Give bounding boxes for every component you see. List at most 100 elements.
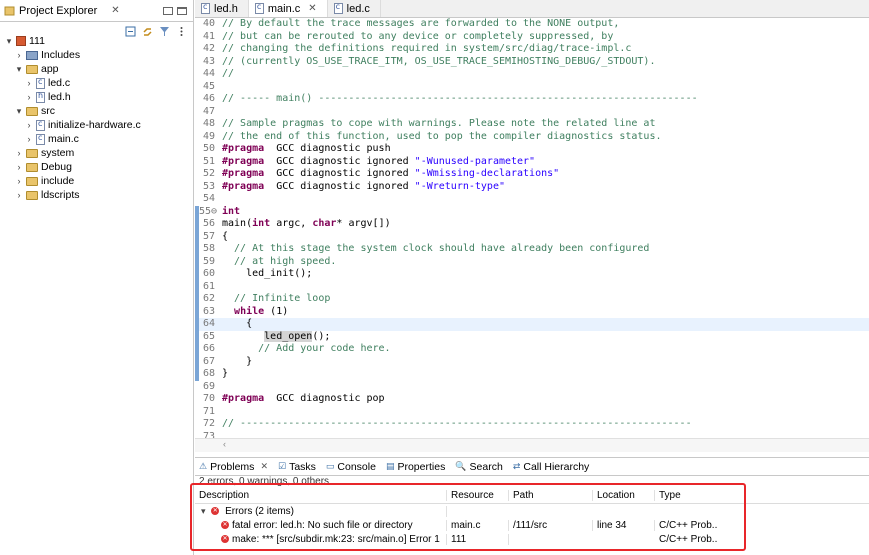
tree-item-label: main.c [48, 133, 79, 145]
horizontal-scrollbar[interactable]: ‹ [195, 438, 869, 452]
code-line[interactable]: 62 // Infinite loop [195, 293, 869, 306]
code-line[interactable]: 41 // but can be rerouted to any device o… [195, 31, 869, 44]
code-line[interactable]: 61 [195, 280, 869, 293]
tree-item[interactable]: ▾ app [0, 62, 193, 76]
close-icon[interactable]: ✕ [111, 5, 119, 16]
error-group-row[interactable]: ▾ ✕ Errors (2 items) [195, 504, 869, 518]
tab-properties[interactable]: ▤ Properties [386, 461, 445, 473]
chevron-right-icon[interactable]: › [14, 50, 24, 60]
chevron-right-icon[interactable]: › [24, 134, 34, 144]
chevron-right-icon[interactable]: › [14, 190, 24, 200]
tab-label: Problems [210, 460, 255, 473]
code-text: // changing the definitions required in … [221, 43, 631, 56]
chevron-down-icon[interactable]: ▾ [4, 36, 14, 47]
column-header-path[interactable]: Path [509, 490, 593, 501]
chevron-down-icon[interactable]: ▾ [201, 506, 206, 516]
chevron-down-icon[interactable]: ▾ [14, 64, 24, 75]
code-line[interactable]: 68} [195, 368, 869, 381]
tree-item[interactable]: › led.c [0, 76, 193, 90]
code-area[interactable]: 40 // By default the trace messages are f… [195, 18, 869, 442]
tab-problems[interactable]: ⚠ Problems ✕ [199, 460, 268, 473]
editor-tab[interactable]: main.c ✕ [248, 0, 328, 17]
project-tree: ▾ 111 › Includes ▾ app › led.c › led.h ▾ src › initia… [0, 34, 193, 202]
chevron-right-icon[interactable]: › [14, 176, 24, 186]
tree-item[interactable]: › system [0, 146, 193, 160]
column-header-location[interactable]: Location [593, 490, 655, 501]
call-hierarchy-icon: ⇄ [512, 461, 521, 472]
code-line[interactable]: 52 #pragma GCC diagnostic ignored "-Wmiss… [195, 168, 869, 181]
code-line[interactable]: 65 led_open(); [195, 330, 869, 343]
code-line[interactable]: 55⊖ int [195, 205, 869, 218]
table-row[interactable]: ✕ fatal error: led.h: No such file or dir… [195, 518, 869, 532]
code-line[interactable]: 69 [195, 381, 869, 394]
tree-item[interactable]: › include [0, 174, 193, 188]
code-line[interactable]: 57 { [195, 230, 869, 243]
code-line[interactable]: 59 // at high speed. [195, 255, 869, 268]
tree-item[interactable]: ▾ src [0, 104, 193, 118]
tab-project-explorer[interactable]: Project Explorer ✕ [0, 0, 124, 22]
code-line[interactable]: 53 #pragma GCC diagnostic ignored "-Wretu… [195, 181, 869, 194]
code-line[interactable]: 49 // the end of this function, used to p… [195, 131, 869, 144]
code-line[interactable]: 43 // (currently OS_USE_TRACE_ITM, OS_USE… [195, 56, 869, 69]
code-line[interactable]: 67 } [195, 355, 869, 368]
code-line[interactable]: 51 #pragma GCC diagnostic ignored "-Wunus… [195, 156, 869, 169]
column-header-type[interactable]: Type [655, 490, 717, 501]
code-line[interactable]: 42 // changing the definitions required i… [195, 43, 869, 56]
code-line[interactable]: 71 [195, 406, 869, 419]
scroll-left-icon[interactable]: ‹ [223, 439, 226, 449]
tree-item[interactable]: › ldscripts [0, 188, 193, 202]
code-line[interactable]: 72 // -----------------------------------… [195, 418, 869, 431]
editor-tab-label: main.c [267, 2, 301, 15]
editor-tab[interactable]: led.h [195, 0, 249, 17]
chevron-right-icon[interactable]: › [14, 148, 24, 158]
code-line[interactable]: 60 led_init(); [195, 268, 869, 281]
line-number: 59 [202, 255, 215, 267]
tree-item[interactable]: › main.c [0, 132, 193, 146]
code-line[interactable]: 46 // ----- main() ----------------------… [195, 93, 869, 106]
code-line[interactable]: 70 #pragma GCC diagnostic pop [195, 393, 869, 406]
tree-item[interactable]: › led.h [0, 90, 193, 104]
code-line[interactable]: 58 // At this stage the system clock sho… [195, 243, 869, 256]
console-icon: ▭ [325, 461, 335, 472]
tasks-icon: ☑ [277, 461, 287, 472]
chevron-right-icon[interactable]: › [24, 78, 34, 88]
code-token: // [222, 68, 235, 79]
tree-item[interactable]: › initialize-hardware.c [0, 118, 193, 132]
editor-tab[interactable]: led.c [328, 0, 381, 17]
code-text: // -------------------------------------… [221, 418, 692, 431]
chevron-down-icon[interactable]: ▾ [14, 106, 24, 117]
source-file-icon [36, 119, 45, 131]
maximize-icon[interactable] [177, 6, 187, 15]
tree-item[interactable]: › Debug [0, 160, 193, 174]
tree-item[interactable]: › Includes [0, 48, 193, 62]
code-text: #pragma GCC diagnostic ignored "-Wreturn… [221, 181, 505, 194]
code-line[interactable]: 45 [195, 81, 869, 94]
tab-tasks[interactable]: ☑ Tasks [278, 461, 316, 473]
chevron-right-icon[interactable]: › [24, 92, 34, 102]
tab-label: Call Hierarchy [523, 460, 590, 473]
column-header-resource[interactable]: Resource [447, 490, 509, 501]
tab-console[interactable]: ▭ Console [326, 461, 376, 473]
code-line[interactable]: 64 { [195, 318, 869, 331]
close-icon[interactable]: ✕ [308, 3, 316, 14]
minimize-icon[interactable] [163, 6, 173, 15]
column-header-description[interactable]: Description [195, 490, 447, 501]
code-line[interactable]: 66 // Add your code here. [195, 343, 869, 356]
code-line[interactable]: 50 #pragma GCC diagnostic push [195, 143, 869, 156]
tab-search[interactable]: 🔍 Search [455, 461, 503, 473]
code-line[interactable]: 56 main(int argc, char* argv[]) [195, 218, 869, 231]
code-line[interactable]: 63 while (1) [195, 305, 869, 318]
code-line[interactable]: 44 // [195, 68, 869, 81]
code-line[interactable]: 48 // Sample pragmas to cope with warning… [195, 118, 869, 131]
code-text: // Add your code here. [221, 343, 390, 356]
code-line[interactable]: 47 [195, 106, 869, 119]
tab-call-hierarchy[interactable]: ⇄ Call Hierarchy [513, 461, 589, 473]
close-icon[interactable]: ✕ [260, 461, 268, 472]
table-row[interactable]: ✕ make: *** [src/subdir.mk:23: src/main.o… [195, 532, 869, 546]
chevron-right-icon[interactable]: › [14, 162, 24, 172]
code-line[interactable]: 40 // By default the trace messages are f… [195, 18, 869, 31]
line-number: 45 [202, 80, 215, 92]
code-line[interactable]: 54 [195, 193, 869, 206]
tree-item[interactable]: ▾ 111 [0, 34, 193, 48]
chevron-right-icon[interactable]: › [24, 120, 34, 130]
